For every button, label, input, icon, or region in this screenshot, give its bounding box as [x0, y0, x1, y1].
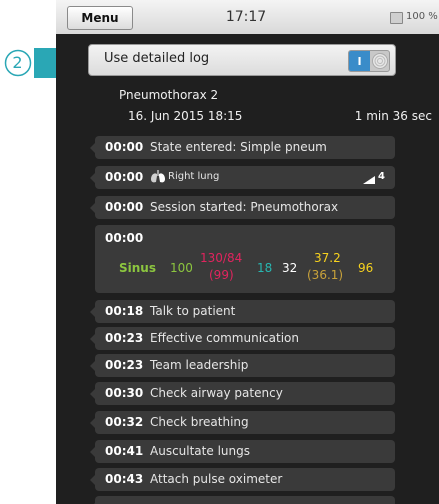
entry-time: 00:00 — [105, 231, 144, 245]
detailed-log-label: Use detailed log — [104, 51, 210, 66]
session-duration: 1 min 36 sec — [354, 109, 432, 123]
toggle-on-indicator: I — [349, 51, 370, 71]
entry-text: Check breathing — [150, 415, 249, 429]
entry-text: Team leadership — [150, 358, 249, 372]
signal-icon — [363, 173, 375, 187]
entry-time: 00:43 — [105, 472, 144, 486]
entry-time: 00:30 — [105, 386, 144, 400]
log-entry[interactable]: 00:00 Session started: Pneumothorax — [90, 196, 395, 219]
detailed-log-toggle[interactable]: I — [348, 50, 390, 72]
status-bar: Menu 17:17 100 % — [56, 0, 439, 34]
toggle-knob — [370, 51, 389, 71]
entry-time: 00:00 — [105, 170, 144, 184]
log-entry[interactable]: 00:23 Effective communication — [90, 327, 395, 350]
temperature-value: 37.2 — [314, 251, 341, 265]
entry-time: 00:41 — [105, 444, 144, 458]
log-entry[interactable]: 00:18 Talk to patient — [90, 300, 395, 323]
blood-pressure-value: 130/84 — [200, 251, 243, 265]
clock: 17:17 — [225, 9, 267, 25]
entry-text: Attach pulse oximeter — [150, 472, 283, 486]
vitals-entry[interactable]: 00:00 Sinus 100 130/84 (99) 18 32 37.2 (… — [95, 225, 395, 293]
log-entry[interactable]: 00:00 Right lung 4 — [90, 166, 395, 189]
entry-text: Session started: Pneumothorax — [150, 200, 339, 214]
spo2-value: 18 — [257, 261, 273, 275]
scenario-name: Pneumothorax 2 — [119, 88, 219, 102]
log-entry[interactable]: 00:43 Attach pulse oximeter — [90, 468, 395, 491]
entry-time: 00:32 — [105, 415, 144, 429]
menu-button[interactable]: Menu — [67, 6, 133, 30]
log-entry[interactable]: 00:30 Check airway patency — [90, 382, 395, 405]
temperature-secondary: (36.1) — [307, 268, 344, 282]
blood-pressure-mean: (99) — [209, 268, 234, 282]
session-date: 16. Jun 2015 18:15 — [128, 109, 243, 123]
log-entry[interactable]: 00:00 State entered: Simple pneum — [90, 136, 395, 159]
log-entry[interactable] — [90, 496, 395, 504]
entry-text: Talk to patient — [150, 304, 236, 318]
entry-text: Check airway patency — [150, 386, 283, 400]
entry-text: Right lung — [168, 171, 220, 182]
entry-time: 00:18 — [105, 304, 144, 318]
rhythm-value: Sinus — [119, 261, 156, 275]
callout-number: 2 — [12, 53, 23, 72]
resp-rate-value: 32 — [282, 261, 298, 275]
entry-text: State entered: Simple pneum — [150, 140, 327, 154]
entry-text: Effective communication — [150, 331, 299, 345]
entry-time: 00:23 — [105, 358, 144, 372]
heart-rate-value: 100 — [170, 261, 193, 275]
log-entry[interactable]: 00:41 Auscultate lungs — [90, 440, 395, 463]
entry-text: Auscultate lungs — [150, 444, 250, 458]
etco2-value: 96 — [358, 261, 374, 275]
battery-icon — [390, 12, 403, 24]
lungs-icon — [150, 170, 166, 187]
detailed-log-setting: Use detailed log I — [88, 44, 396, 76]
battery-level: 100 % — [406, 11, 438, 22]
entry-time: 00:23 — [105, 331, 144, 345]
device-screen: Menu 17:17 100 % Use detailed log I Pneu… — [56, 0, 439, 504]
entry-time: 00:00 — [105, 200, 144, 214]
log-entry[interactable]: 00:32 Check breathing — [90, 411, 395, 434]
entry-badge: 4 — [378, 171, 385, 182]
entry-time: 00:00 — [105, 140, 144, 154]
log-entry[interactable]: 00:23 Team leadership — [90, 354, 395, 377]
